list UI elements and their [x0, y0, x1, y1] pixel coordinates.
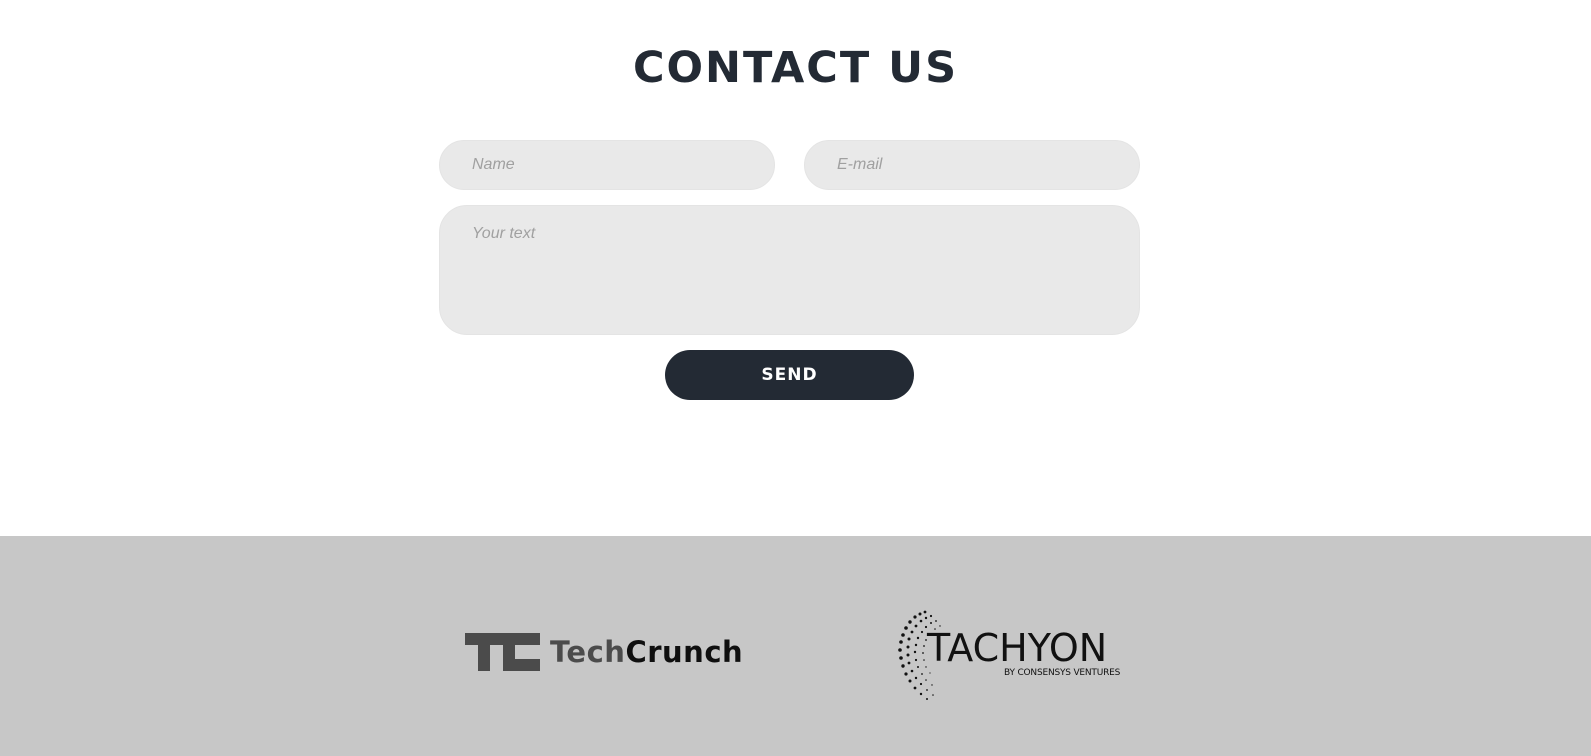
techcrunch-logo[interactable]: TechCrunch [465, 633, 743, 673]
techcrunch-tech-text: Tech [550, 635, 626, 669]
page: CONTACT US SEND TechCrunch [0, 0, 1591, 756]
contact-section: CONTACT US SEND [0, 0, 1591, 536]
name-input[interactable] [439, 140, 775, 190]
techcrunch-crunch-text: Crunch [625, 635, 744, 669]
tachyon-subtitle: BY CONSENSYS VENTURES [1004, 668, 1121, 678]
page-title: CONTACT US [632, 43, 959, 93]
techcrunch-wordmark: TechCrunch [550, 635, 743, 669]
message-textarea[interactable] [439, 205, 1140, 335]
footer: TechCrunch TACHYON BY CONSENSYS VENTURES [0, 536, 1591, 756]
send-button[interactable]: SEND [665, 350, 914, 400]
techcrunch-icon [465, 633, 540, 671]
email-input[interactable] [804, 140, 1140, 190]
tachyon-wordmark: TACHYON [927, 626, 1108, 670]
tachyon-logo[interactable]: TACHYON BY CONSENSYS VENTURES [895, 604, 1125, 704]
